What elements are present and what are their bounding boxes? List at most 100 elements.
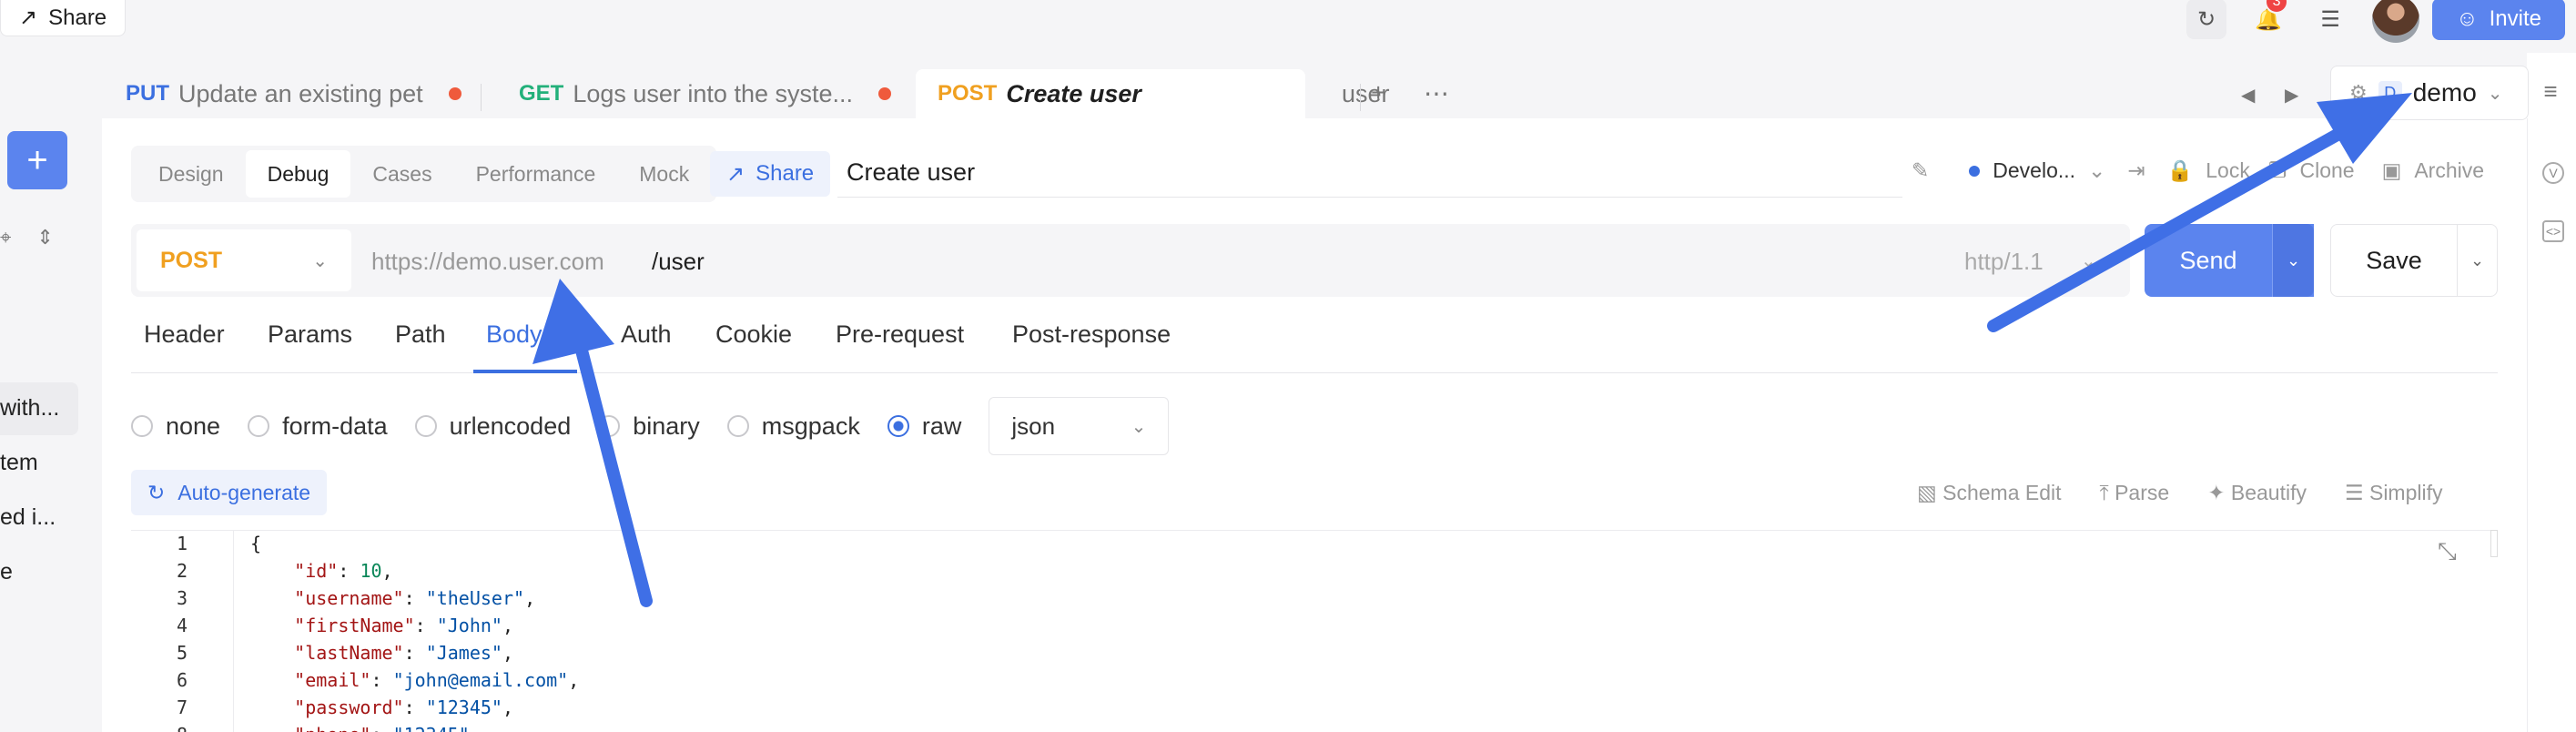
radio-msgpack[interactable]: msgpack xyxy=(726,412,860,441)
scroll-left-icon[interactable]: ◀ xyxy=(2241,84,2255,107)
code-content: { "id": 10, "username": "theUser", "firs… xyxy=(233,531,2399,732)
api-name-input[interactable]: Create user xyxy=(847,158,975,187)
sync-button[interactable]: ↻ xyxy=(2186,0,2227,39)
code-line: "lastName": "James", xyxy=(294,642,514,664)
sidebar-item[interactable]: with... xyxy=(0,395,59,422)
share-api-button[interactable]: ↗ Share xyxy=(710,151,831,197)
scroll-right-icon[interactable]: ▶ xyxy=(2285,84,2298,107)
request-tabs: Header Params Path Body Auth Cookie Pre-… xyxy=(131,313,2498,373)
save-options-button[interactable]: ⌄ xyxy=(2458,224,2498,297)
code-line: "firstName": "John", xyxy=(294,615,514,636)
code-line: "phone": "12345", xyxy=(250,724,481,732)
divider xyxy=(837,197,1902,198)
expand-collapse-icon[interactable]: ⇕ xyxy=(36,226,53,249)
protocol-select[interactable]: http/1.1 xyxy=(1964,248,2044,276)
radio-raw[interactable]: raw xyxy=(887,412,961,441)
radio-circle xyxy=(598,415,621,437)
add-tab-icon[interactable]: + xyxy=(1371,78,1385,107)
sidebar-item[interactable]: e xyxy=(0,559,13,585)
locate-icon[interactable]: ⌖ xyxy=(0,226,11,249)
mode-design[interactable]: Design xyxy=(137,150,246,198)
send-label: Send xyxy=(2179,246,2237,274)
share-icon: ↗ xyxy=(19,5,38,30)
beautify-label: Beautify xyxy=(2230,481,2307,504)
json-value: 10 xyxy=(360,560,382,582)
raw-format-select[interactable]: json ⌄ xyxy=(989,397,1170,455)
environment-name: demo xyxy=(2412,78,2477,107)
variables-icon[interactable]: V xyxy=(2542,162,2564,184)
invite-button[interactable]: ☺ Invite xyxy=(2432,0,2565,40)
notes-button[interactable]: ☰ xyxy=(2310,0,2350,39)
tab-auth[interactable]: Auth xyxy=(621,320,672,349)
radio-none[interactable]: none xyxy=(131,412,220,441)
sidebar-item[interactable]: ed i... xyxy=(0,504,56,531)
new-item-button[interactable]: + xyxy=(7,131,67,189)
align-icon[interactable]: ⇥ xyxy=(2127,158,2145,183)
line-number: 4 xyxy=(176,615,188,636)
parse-button[interactable]: ⤒ Parse xyxy=(2100,481,2170,505)
beautify-button[interactable]: ✦ Beautify xyxy=(2207,481,2307,505)
parse-label: Parse xyxy=(2115,481,2170,504)
tab-method: GET xyxy=(519,81,564,106)
tab-cookie[interactable]: Cookie xyxy=(715,320,792,349)
notifications-button[interactable]: 🔔 3 xyxy=(2248,0,2289,39)
archive-button[interactable]: Archive xyxy=(2414,158,2484,183)
lock-button[interactable]: Lock xyxy=(2206,158,2250,183)
mode-cases[interactable]: Cases xyxy=(350,150,453,198)
chevron-down-icon: ⌄ xyxy=(2286,250,2301,269)
unsaved-dot xyxy=(448,87,461,100)
status-selector[interactable]: Develo... xyxy=(1993,158,2075,183)
simplify-button[interactable]: ☰ Simplify xyxy=(2345,481,2443,505)
tab-header[interactable]: Header xyxy=(144,320,225,349)
schema-edit-button[interactable]: ▧ Schema Edit xyxy=(1917,481,2062,505)
tab-params[interactable]: Params xyxy=(268,320,352,349)
chevron-down-icon: ⌄ xyxy=(2081,251,2096,271)
upload-icon: ⤒ xyxy=(2099,481,2115,504)
send-options-button[interactable]: ⌄ xyxy=(2272,224,2314,297)
radio-urlencoded[interactable]: urlencoded xyxy=(414,412,572,441)
tab-user[interactable]: user xyxy=(1242,69,1390,118)
line-number: 7 xyxy=(176,696,188,718)
avatar[interactable] xyxy=(2372,0,2420,43)
url-path-input[interactable]: /user xyxy=(652,248,705,276)
editor-scrollbar[interactable] xyxy=(2490,530,2498,557)
clone-button[interactable]: Clone xyxy=(2299,158,2354,183)
edit-icon[interactable]: ✎ xyxy=(1912,158,1929,183)
mode-debug[interactable]: Debug xyxy=(245,150,351,198)
auto-generate-button[interactable]: ↻ Auto-generate xyxy=(131,470,328,515)
tab-pre-request[interactable]: Pre-request xyxy=(836,320,964,349)
body-type-options: none form-data urlencoded binary msgpack… xyxy=(131,397,1170,455)
chevron-down-icon: ⌄ xyxy=(2470,250,2485,269)
tab-path[interactable]: Path xyxy=(395,320,446,349)
radio-binary[interactable]: binary xyxy=(598,412,700,441)
tab-body[interactable]: Body xyxy=(486,320,559,349)
tab-put-update-pet[interactable]: PUT Update an existing pet xyxy=(126,69,461,118)
mode-switcher: Design Debug Cases Performance Mock xyxy=(131,146,717,202)
line-number: 1 xyxy=(176,533,188,554)
line-number: 8 xyxy=(131,724,188,732)
json-key: "password" xyxy=(294,696,404,718)
more-tabs-icon[interactable]: ⋯ xyxy=(1424,78,1449,108)
code-editor[interactable]: 1 2 3 4 5 6 7 8 { "id": 10, "username": … xyxy=(131,530,2498,732)
tab-label: Create user xyxy=(1006,79,1141,107)
environment-selector[interactable]: ⚙ D demo ⌄ xyxy=(2330,66,2529,120)
radio-form-data[interactable]: form-data xyxy=(248,412,388,441)
code-line: "email": "john@email.com", xyxy=(294,669,580,691)
expand-editor-icon[interactable]: ⤡ xyxy=(2438,537,2457,566)
json-key: "email" xyxy=(294,669,371,691)
tab-get-login[interactable]: GET Logs user into the syste... xyxy=(519,69,892,118)
hamburger-menu-icon[interactable]: ≡ xyxy=(2532,73,2569,109)
tab-post-response[interactable]: Post-response xyxy=(1012,320,1171,349)
mode-performance[interactable]: Performance xyxy=(454,150,618,198)
api-actions: ✎ Develo... ⌄ ⇥ 🔒 Lock ❐ Clone ▣ Archive xyxy=(1912,158,2484,183)
json-value: "12345" xyxy=(393,724,470,732)
radio-label: urlencoded xyxy=(449,412,572,440)
mode-mock[interactable]: Mock xyxy=(617,150,711,198)
code-icon[interactable]: <> xyxy=(2542,220,2564,242)
archive-icon: ▣ xyxy=(2381,158,2402,182)
tab-divider xyxy=(481,84,482,111)
save-button[interactable]: Save xyxy=(2330,224,2458,297)
top-share-button[interactable]: ↗ Share xyxy=(0,0,127,36)
sidebar-item[interactable]: tem xyxy=(0,450,38,476)
method-select[interactable]: POST ⌄ xyxy=(137,229,351,291)
